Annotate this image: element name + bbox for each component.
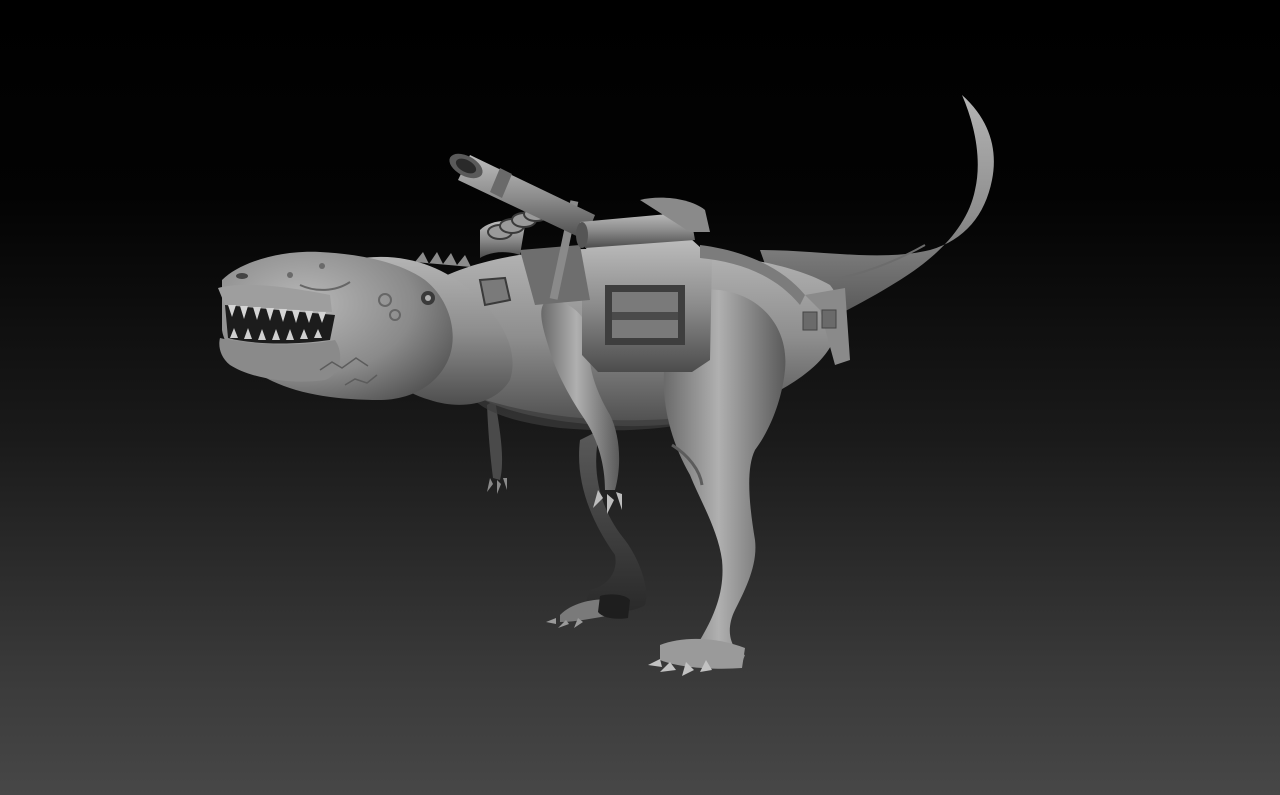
ammo-box: [582, 238, 712, 372]
render-viewport: [0, 0, 1280, 795]
far-hind-leg: [546, 430, 647, 628]
dinosaur-render: [218, 95, 994, 676]
